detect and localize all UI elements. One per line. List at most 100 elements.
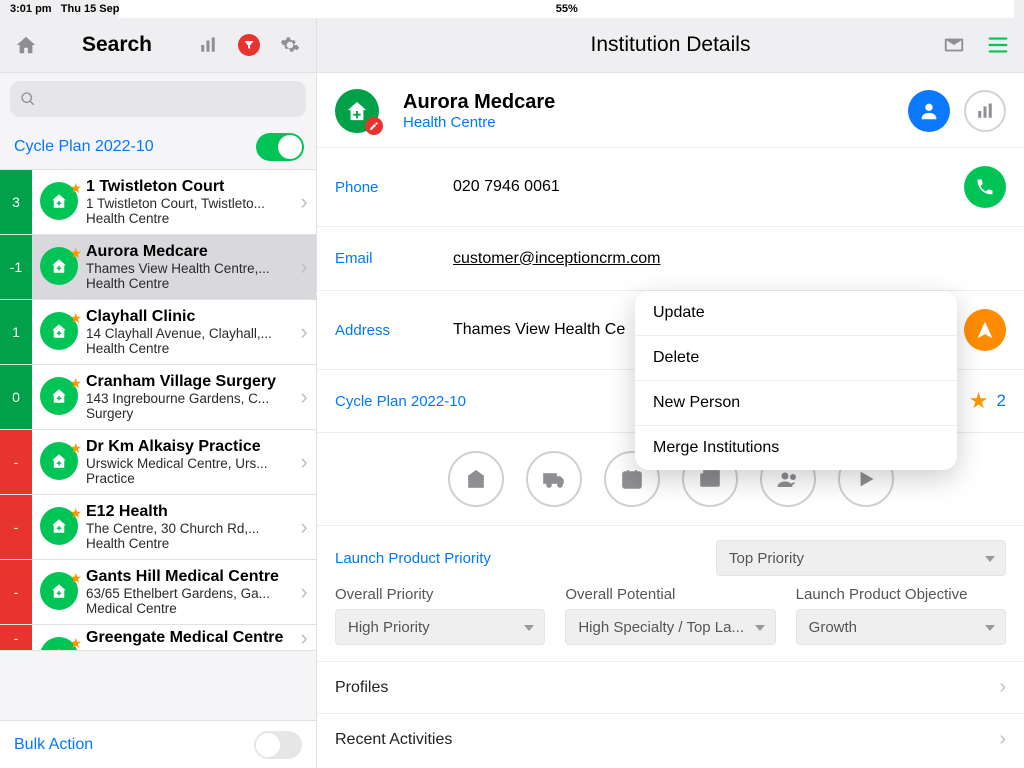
gear-icon[interactable] [278,33,302,57]
email-label: Email [335,250,453,267]
list-item-name: Dr Km Alkaisy Practice [86,438,292,456]
profiles-section[interactable]: Profiles › [317,661,1024,713]
star-icon[interactable]: ★ [969,388,989,414]
left-pane: Search Cycle Plan 2022-10 3★1 Twistleton… [0,18,317,768]
institution-list-item[interactable]: -1★Aurora MedcareThames View Health Cent… [0,235,316,300]
list-item-name: Gants Hill Medical Centre [86,568,292,586]
email-row: Email customer@inceptioncrm.com [317,226,1024,290]
institution-list-item[interactable]: -★Greengate Medical Centre› [0,625,316,651]
chevron-right-icon: › [292,365,316,429]
list-item-address: 1 Twistleton Court, Twistleto... [86,196,292,211]
edit-badge-icon[interactable] [365,117,383,135]
left-header: Search [0,18,316,73]
mail-icon[interactable] [942,33,966,57]
institution-avatar-small: ★ [40,312,78,350]
navigate-button[interactable] [964,309,1006,351]
stats-icon[interactable] [196,33,220,57]
chevron-right-icon: › [292,235,316,299]
chevron-right-icon: › [292,560,316,624]
dropdown-label: Overall Priority [335,586,545,603]
popover-item[interactable]: New Person [635,381,957,426]
cycleplan-label[interactable]: Cycle Plan 2022-10 [14,138,154,156]
popover-item[interactable]: Delete [635,336,957,381]
dropdown-select[interactable]: Growth [796,609,1006,645]
visit-count: 3 [0,170,32,234]
star-icon: ★ [69,375,82,392]
bulk-action-toggle[interactable] [254,731,302,759]
search-input-wrap[interactable] [10,81,306,117]
list-item-name: Aurora Medcare [86,243,292,261]
bulk-action-label[interactable]: Bulk Action [14,736,93,754]
list-item-address: Urswick Medical Centre, Urs... [86,456,292,471]
left-footer: Bulk Action [0,720,316,768]
cycleplan-count: 2 [997,391,1006,411]
institution-list-item[interactable]: -★E12 HealthThe Centre, 30 Church Rd,...… [0,495,316,560]
building-icon[interactable] [448,451,504,507]
star-icon: ★ [69,440,82,457]
institution-list-item[interactable]: 0★Cranham Village Surgery143 Ingrebourne… [0,365,316,430]
dropdown-select[interactable]: High Priority [335,609,545,645]
visit-count: - [0,560,32,624]
popover-item[interactable]: Update [635,291,957,336]
dropdown-label: Launch Product Objective [796,586,1006,603]
list-item-type: Health Centre [86,211,292,226]
institution-avatar-small: ★ [40,637,78,651]
address-value[interactable]: Thames View Health Ce [453,321,625,339]
chevron-right-icon: › [999,676,1006,699]
context-popover: UpdateDeleteNew PersonMerge Institutions [635,291,957,470]
cycleplan-filter-row: Cycle Plan 2022-10 [0,125,316,170]
launch-priority-select[interactable]: Top Priority [716,540,1006,576]
list-item-address: 14 Clayhall Avenue, Clayhall,... [86,326,292,341]
visit-count: 1 [0,300,32,364]
status-battery-pct: 55% [556,3,578,15]
cycleplan-section-label[interactable]: Cycle Plan 2022-10 [335,393,466,410]
recent-activities-section[interactable]: Recent Activities › [317,713,1024,765]
institution-list-item[interactable]: 3★1 Twistleton Court1 Twistleton Court, … [0,170,316,235]
cycleplan-toggle[interactable] [256,133,304,161]
truck-icon[interactable] [526,451,582,507]
left-title: Search [82,33,152,57]
list-item-address: Thames View Health Centre,... [86,261,292,276]
institution-list-item[interactable]: 1★ Clayhall Clinic14 Clayhall Avenue, Cla… [0,300,316,365]
list-item-type: Health Centre [86,276,292,291]
visit-count: -1 [0,235,32,299]
call-button[interactable] [964,166,1006,208]
person-icon[interactable] [908,90,950,132]
launch-priority-value: Top Priority [729,550,804,567]
institution-avatar-small: ★ [40,182,78,220]
profiles-label: Profiles [335,679,388,697]
institution-avatar[interactable] [335,89,379,133]
institution-avatar-small: ★ [40,572,78,610]
chevron-right-icon: › [292,170,316,234]
email-value[interactable]: customer@inceptioncrm.com [453,250,660,268]
institution-hero: Aurora Medcare Health Centre [317,73,1024,147]
institution-type[interactable]: Health Centre [403,114,555,131]
list-item-type: Practice [86,471,292,486]
list-item-name: Clayhall Clinic [86,308,292,326]
chevron-right-icon: › [999,728,1006,751]
institution-list-item[interactable]: -★Gants Hill Medical Centre63/65 Ethelbe… [0,560,316,625]
list-item-address: 143 Ingrebourne Gardens, C... [86,391,292,406]
recent-activities-label: Recent Activities [335,731,452,749]
phone-value[interactable]: 020 7946 0061 [453,178,560,196]
status-bar: 3:01 pm Thu 15 Sep 55% [0,0,1024,18]
institution-avatar-small: ★ [40,377,78,415]
chevron-right-icon: › [292,430,316,494]
list-item-type: Health Centre [86,341,292,356]
popover-item[interactable]: Merge Institutions [635,426,957,470]
filter-icon[interactable] [238,34,260,56]
institution-list-item[interactable]: -★Dr Km Alkaisy PracticeUrswick Medical … [0,430,316,495]
list-item-type: Surgery [86,406,292,421]
chevron-right-icon: › [292,300,316,364]
address-label: Address [335,322,453,339]
star-icon: ★ [69,505,82,522]
phone-label: Phone [335,179,453,196]
list-item-type: Health Centre [86,536,292,551]
institution-avatar-small: ★ [40,507,78,545]
home-icon[interactable] [14,33,38,57]
list-item-address: The Centre, 30 Church Rd,... [86,521,292,536]
dropdown-select[interactable]: High Specialty / Top La... [565,609,775,645]
search-input[interactable] [42,90,296,108]
stats-icon-round[interactable] [964,90,1006,132]
hamburger-icon[interactable] [986,33,1010,57]
